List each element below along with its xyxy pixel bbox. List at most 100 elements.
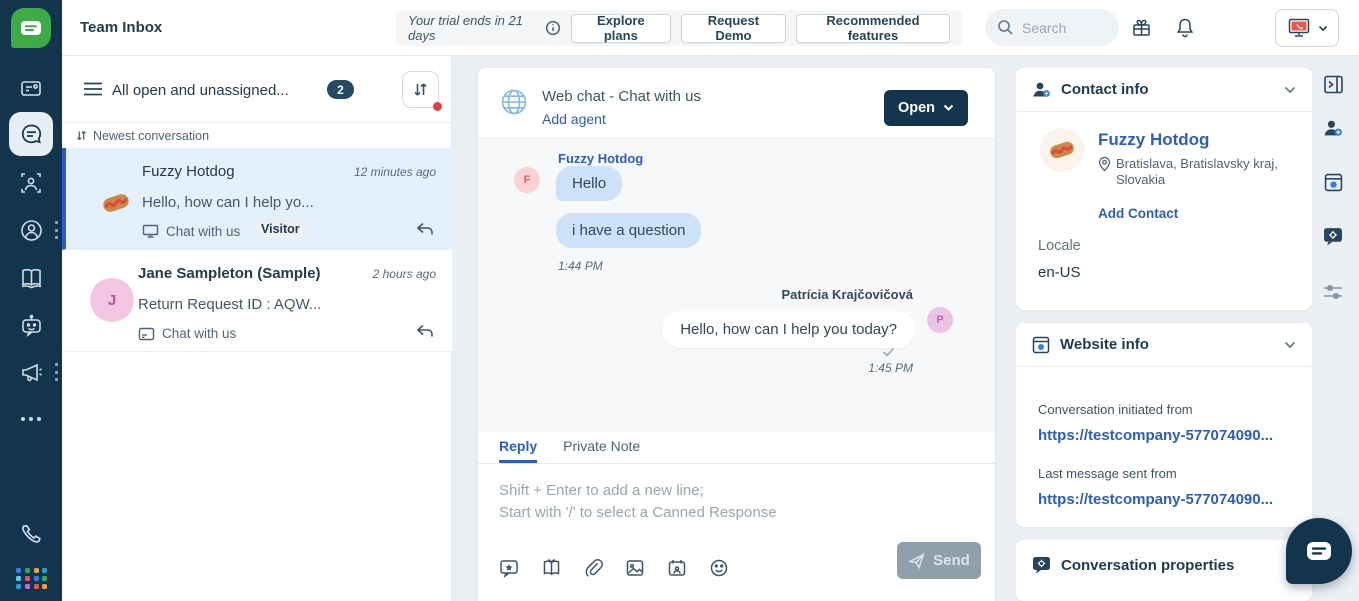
info-icon[interactable]	[545, 20, 561, 36]
contact-info-card: Contact info Fuzzy Hotdog Bratislava, Br…	[1016, 68, 1312, 310]
contact-avatar	[1040, 128, 1084, 172]
customers-kebab-menu-icon[interactable]	[53, 221, 59, 239]
notification-bell-icon[interactable]	[1175, 17, 1195, 38]
chat-header: Web chat - Chat with us Add agent Open	[478, 68, 995, 138]
freshchat-logo-icon[interactable]	[11, 8, 51, 48]
avatar-initial: F	[524, 174, 531, 186]
messages-area: Fuzzy Hotdog F Hello i have a question 1…	[478, 138, 995, 432]
chat-widget-launcher[interactable]	[1286, 518, 1352, 584]
top-bar: Team Inbox Your trial ends in 21 days Ex…	[62, 0, 1359, 56]
trial-banner: Your trial ends in 21 days Explore plans…	[396, 10, 962, 46]
sidebar-item-bots[interactable]	[9, 303, 53, 347]
tab-reply[interactable]: Reply	[499, 432, 537, 463]
composer-tabs: Reply Private Note	[478, 432, 995, 464]
conversation-properties-title: Conversation properties	[1061, 557, 1296, 574]
image-icon[interactable]	[625, 558, 645, 578]
tab-private-note[interactable]: Private Note	[563, 432, 640, 463]
send-plane-icon	[908, 553, 925, 569]
location-pin-icon	[1098, 156, 1111, 172]
sidebar-item-inbox[interactable]	[9, 112, 53, 156]
collapse-chevron-icon[interactable]	[1284, 341, 1296, 349]
conversation-properties-card: Conversation properties	[1016, 540, 1312, 601]
message-sent-check-icon	[882, 347, 895, 357]
left-navigation	[0, 0, 62, 601]
sidebar-item-phone[interactable]	[9, 512, 53, 556]
conversation-name: Jane Sampleton (Sample)	[138, 265, 321, 282]
recommended-features-button[interactable]: Recommended features	[796, 14, 950, 43]
status-dropdown-button[interactable]: Open	[884, 90, 968, 126]
conversation-name: Fuzzy Hotdog	[142, 163, 235, 180]
conversation-list-item[interactable]: Fuzzy Hotdog 12 minutes ago Hello, how c…	[62, 148, 452, 250]
last-message-from-link[interactable]: https://testcompany-577074090...	[1038, 491, 1273, 508]
website-info-card: Website info Conversation initiated from…	[1016, 323, 1312, 527]
sidebar-item-customers[interactable]	[9, 208, 53, 252]
hotdog-avatar-icon	[1047, 138, 1077, 162]
chat-window-channel-icon	[138, 327, 155, 341]
search-icon	[997, 19, 1014, 36]
conversation-time: 2 hours ago	[373, 267, 436, 281]
request-demo-button[interactable]: Request Demo	[681, 14, 786, 43]
attachment-icon[interactable]	[584, 558, 603, 578]
rail-conversation-properties-icon[interactable]	[1322, 225, 1344, 247]
conversation-preview: Return Request ID : AQW...	[138, 296, 321, 313]
page-title: Team Inbox	[80, 19, 162, 36]
conversation-preview: Hello, how can I help yo...	[142, 194, 314, 211]
agent-avatar: P	[927, 307, 953, 333]
schedule-icon[interactable]	[667, 558, 687, 578]
search-box[interactable]	[985, 9, 1119, 46]
conversation-time: 12 minutes ago	[354, 165, 436, 179]
avatar-initial: J	[108, 292, 116, 309]
message-timestamp: 1:44 PM	[558, 259, 603, 273]
sidebar-item-contacts[interactable]	[9, 161, 53, 205]
add-contact-link[interactable]: Add Contact	[1098, 206, 1178, 221]
sort-order-label: Newest conversation	[93, 129, 209, 143]
website-info-header[interactable]: Website info	[1016, 323, 1312, 367]
conversation-list-item[interactable]: J Jane Sampleton (Sample) 2 hours ago Re…	[62, 250, 452, 352]
explore-plans-button[interactable]: Explore plans	[571, 14, 671, 43]
sort-order-row[interactable]: Newest conversation	[62, 122, 451, 148]
composer-placeholder-line1: Shift + Enter to add a new line;	[499, 480, 969, 502]
rail-contact-info-icon[interactable]	[1322, 117, 1344, 139]
rail-filters-icon[interactable]	[1322, 281, 1344, 303]
website-icon	[1032, 336, 1050, 354]
trial-text: Your trial ends in 21 days	[408, 13, 535, 43]
conversation-properties-header[interactable]: Conversation properties	[1016, 540, 1312, 590]
visitor-tag: Visitor	[253, 220, 308, 238]
sidebar-item-more[interactable]	[9, 397, 53, 441]
status-label: Open	[898, 100, 935, 116]
hotdog-avatar-icon	[100, 190, 132, 216]
emoji-icon[interactable]	[709, 558, 729, 578]
filter-menu-icon[interactable]	[84, 82, 102, 96]
sidebar-item-campaigns[interactable]	[9, 350, 53, 394]
initiated-from-label: Conversation initiated from	[1038, 402, 1193, 417]
gift-icon[interactable]	[1131, 17, 1152, 38]
collapse-chevron-icon[interactable]	[1284, 86, 1296, 94]
incoming-message-bubble: Hello	[556, 166, 622, 201]
conversation-channel: Chat with us	[138, 326, 236, 341]
collapse-panel-icon[interactable]	[1322, 73, 1344, 95]
chevron-down-icon	[943, 104, 954, 112]
conversation-channel: Chat with us	[142, 224, 240, 239]
campaigns-kebab-menu-icon[interactable]	[53, 363, 59, 381]
reply-arrow-icon[interactable]	[416, 324, 434, 339]
locale-label: Locale	[1038, 238, 1081, 254]
canned-response-icon[interactable]	[499, 558, 519, 578]
phone-status-dropdown[interactable]	[1275, 9, 1339, 47]
conversation-filter-label[interactable]: All open and unassigned...	[112, 82, 289, 99]
sidebar-item-knowledge-base[interactable]	[9, 256, 53, 300]
send-button[interactable]: Send	[897, 542, 981, 579]
initiated-from-link[interactable]: https://testcompany-577074090...	[1038, 427, 1273, 444]
rail-website-info-icon[interactable]	[1322, 171, 1344, 193]
composer-input[interactable]: Shift + Enter to add a new line; Start w…	[499, 480, 969, 524]
sidebar-item-dashboard[interactable]	[9, 67, 53, 111]
reply-arrow-icon[interactable]	[416, 222, 434, 237]
phone-status-icon	[1287, 17, 1311, 39]
contact-info-header[interactable]: Contact info	[1016, 68, 1312, 112]
app-switcher-icon[interactable]	[16, 568, 48, 589]
knowledge-base-icon[interactable]	[541, 558, 562, 578]
sort-alert-dot	[433, 102, 442, 111]
search-input[interactable]	[1022, 20, 1102, 36]
globe-channel-icon	[500, 88, 528, 116]
contact-name-link[interactable]: Fuzzy Hotdog	[1098, 130, 1209, 150]
add-agent-link[interactable]: Add agent	[542, 111, 606, 127]
